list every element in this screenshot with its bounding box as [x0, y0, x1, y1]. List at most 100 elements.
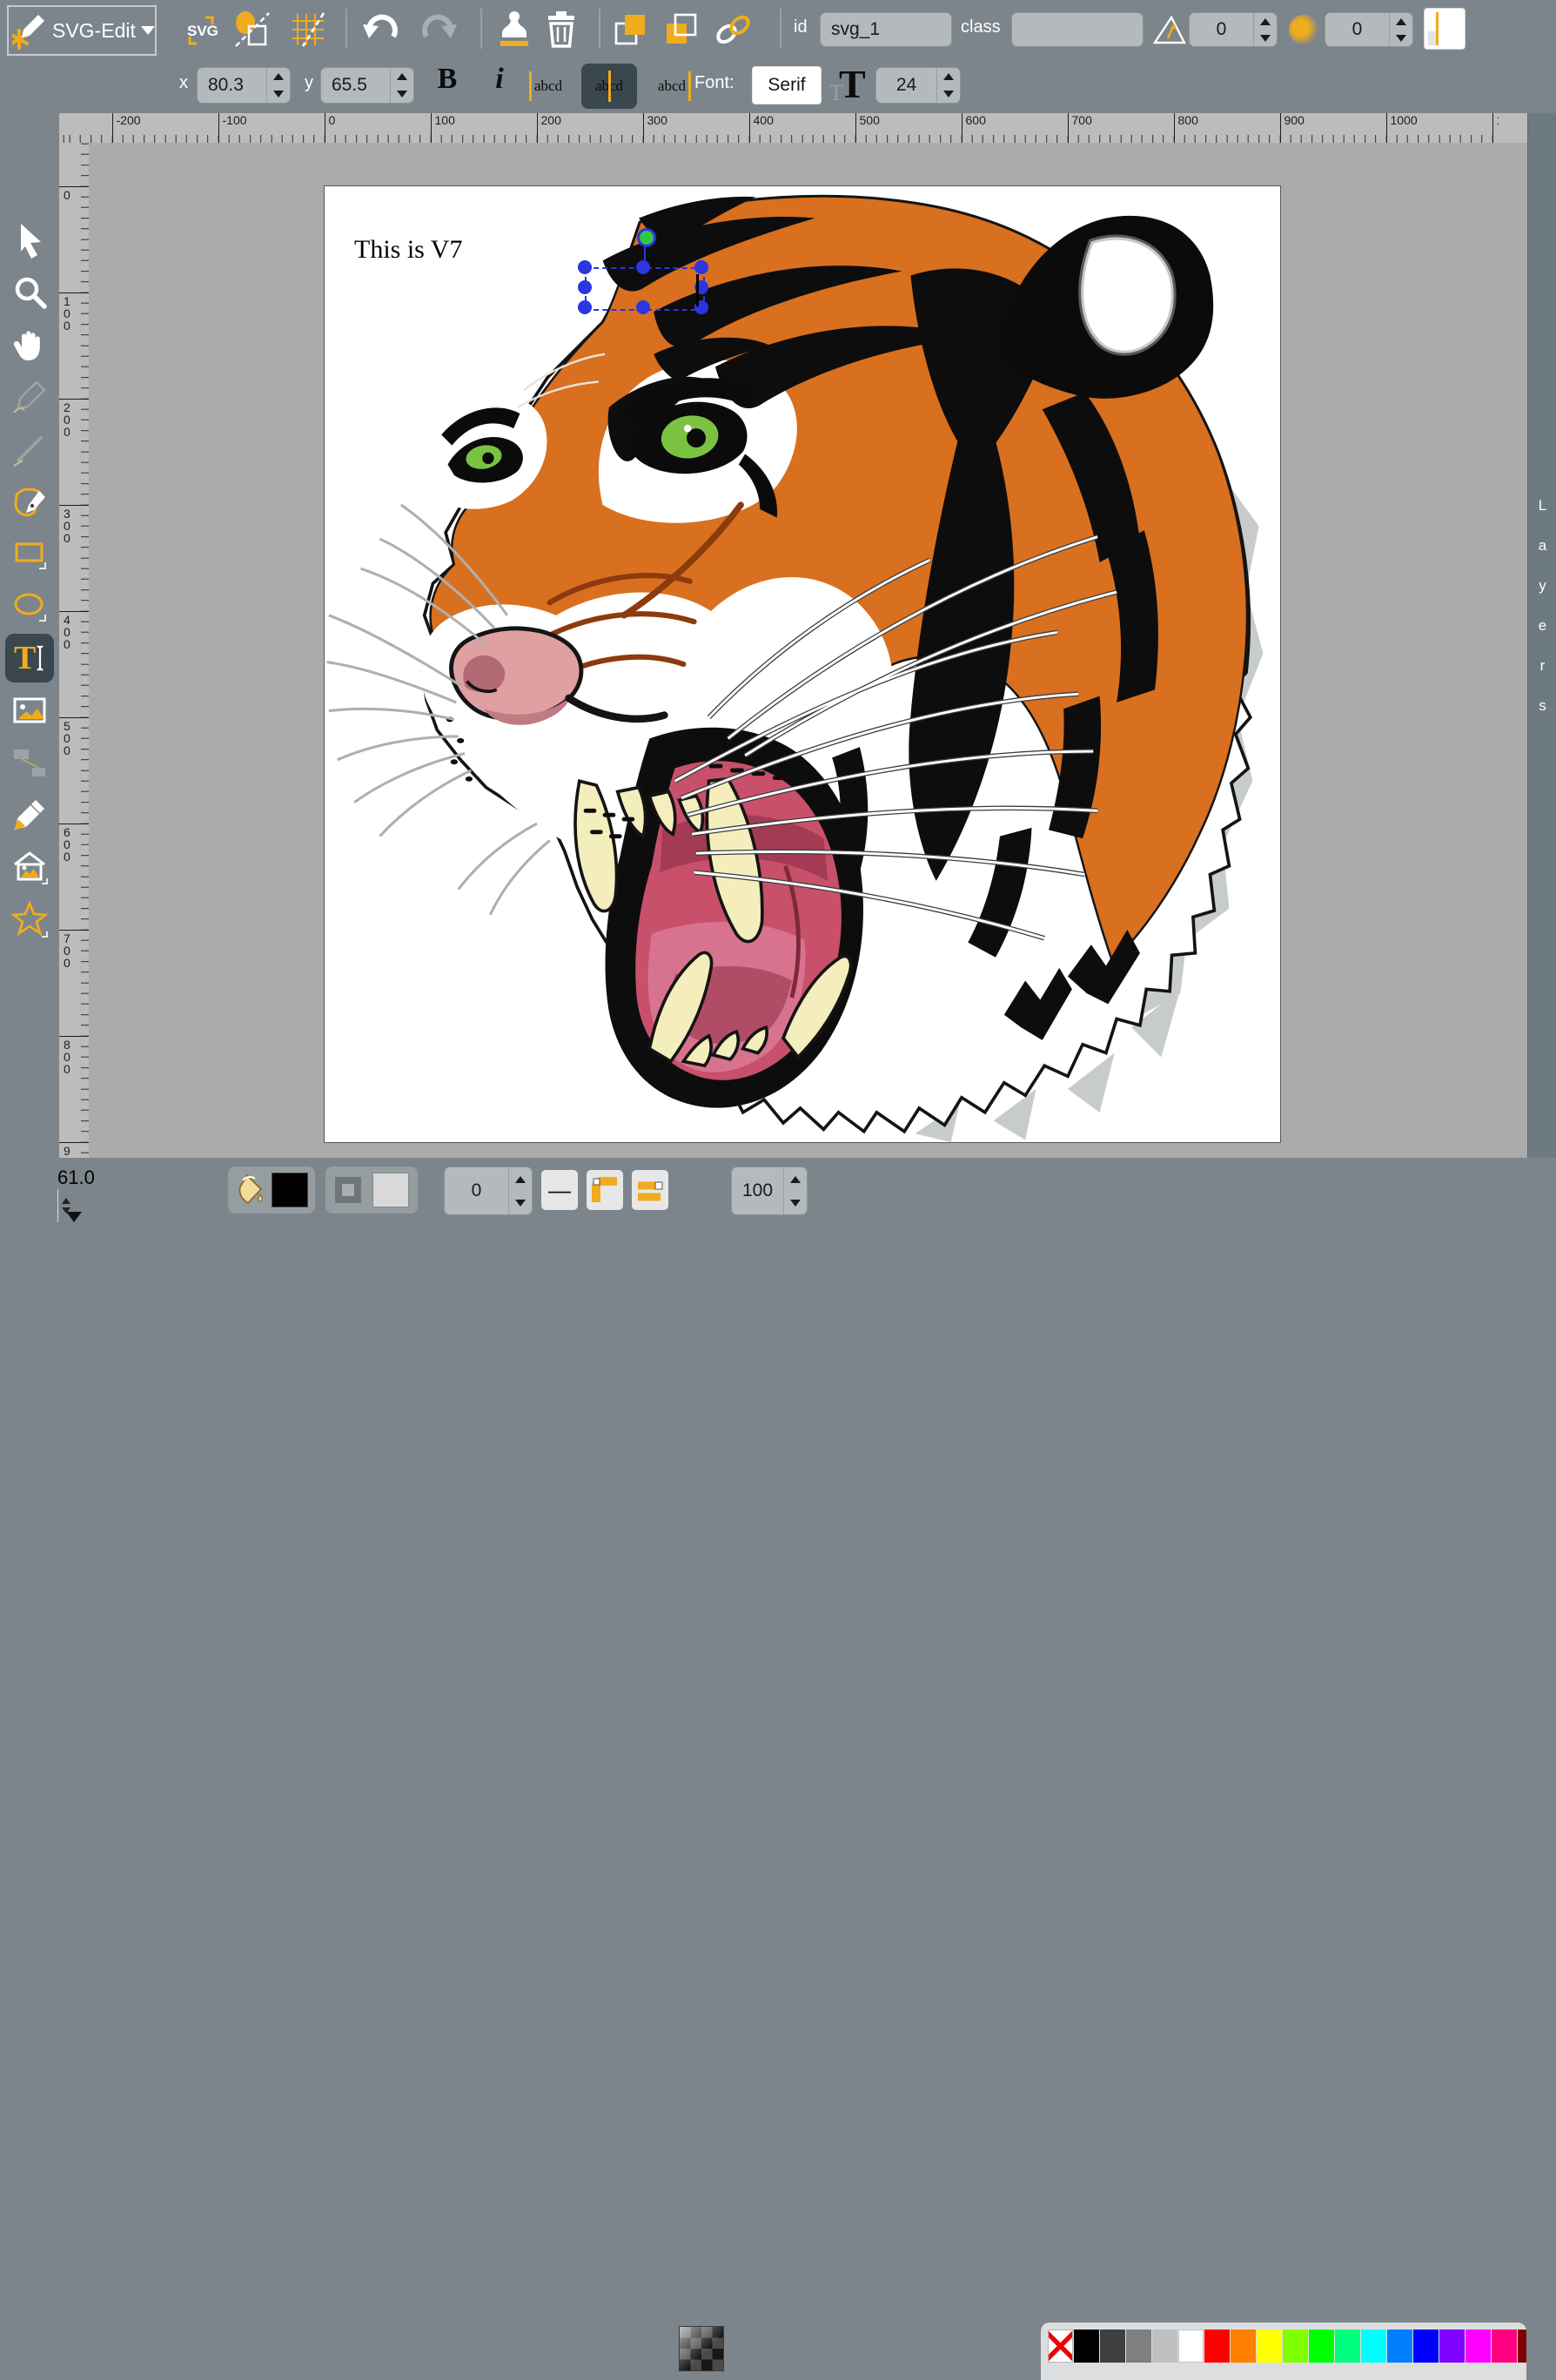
y-spinner[interactable] — [390, 68, 413, 103]
palette-swatch-ff00ff[interactable] — [1465, 2330, 1491, 2363]
tool-image[interactable] — [5, 686, 54, 735]
stroke-dash-button[interactable]: — — [541, 1170, 578, 1210]
stroke-width-field[interactable]: 0 — [444, 1166, 533, 1215]
palette-swatch-007fff[interactable] — [1387, 2330, 1412, 2363]
palette-swatch-0000ff[interactable] — [1413, 2330, 1439, 2363]
tool-select[interactable] — [5, 216, 54, 265]
grid-button[interactable] — [287, 9, 329, 50]
rotate-handle[interactable] — [637, 228, 656, 247]
blur-field[interactable]: 0 — [1325, 12, 1413, 47]
redo-button[interactable] — [416, 7, 461, 52]
main-menu-button[interactable]: SVG-Edit — [7, 5, 157, 56]
layers-panel-toggle[interactable]: L a y e r s — [1527, 113, 1556, 1158]
palette-swatch-00ff00[interactable] — [1309, 2330, 1334, 2363]
palette-swatch-000000[interactable] — [1074, 2330, 1099, 2363]
delete-button[interactable] — [540, 7, 583, 52]
undo-button[interactable] — [359, 7, 404, 52]
ruler-label: 7 0 0 — [59, 930, 89, 969]
align-right-button[interactable]: abcd — [644, 68, 691, 104]
bold-button[interactable]: B — [428, 63, 466, 104]
tool-eyedropper[interactable] — [5, 790, 54, 839]
palette-swatch-none[interactable] — [1048, 2330, 1073, 2363]
svg-edit-app: { "menu": { "logo_label": "SVG-Edit" }, … — [0, 0, 1556, 1222]
palette-swatch-7f00ff[interactable] — [1439, 2330, 1465, 2363]
italic-button[interactable]: i — [484, 63, 515, 104]
palette-swatch-00ff7f[interactable] — [1335, 2330, 1360, 2363]
tool-connector[interactable] — [5, 738, 54, 787]
stroke-color-swatch[interactable] — [372, 1173, 409, 1207]
palette-swatch-00ffff[interactable] — [1361, 2330, 1386, 2363]
blur-spinner[interactable] — [1389, 13, 1412, 46]
background-swatch-button[interactable] — [1424, 8, 1465, 50]
align-right-bar — [688, 71, 691, 101]
x-spinner[interactable] — [266, 68, 290, 103]
workarea[interactable]: This is V7 — [89, 143, 1527, 1158]
ruler-label: 0 — [59, 186, 89, 201]
element-id-value: svg_1 — [821, 19, 951, 40]
zoom-control[interactable]: 61.0 — [57, 1166, 219, 1214]
resize-handle-sw[interactable] — [578, 300, 592, 314]
font-family-button[interactable]: Serif — [752, 66, 822, 104]
clone-button[interactable] — [493, 7, 536, 52]
ruler-label: -200 — [112, 113, 141, 143]
angle-field[interactable]: 0 — [1189, 12, 1278, 47]
resize-handle-w[interactable] — [578, 280, 592, 294]
opacity-field[interactable]: 100 — [731, 1166, 808, 1215]
angle-spinner[interactable] — [1253, 13, 1277, 46]
align-left-button[interactable]: abcd — [529, 68, 576, 104]
toolbar-separator — [599, 9, 600, 49]
stroke-width-spinner[interactable] — [508, 1167, 532, 1214]
font-size-field[interactable]: 24 — [875, 67, 961, 104]
y-position-field[interactable]: 65.5 — [320, 67, 414, 104]
palette-swatch-bfbfbf[interactable] — [1152, 2330, 1177, 2363]
zoom-dropdown-icon[interactable] — [66, 1212, 82, 1237]
fill-color-swatch[interactable] — [272, 1173, 308, 1207]
tool-rect[interactable] — [5, 529, 54, 578]
tool-star[interactable] — [5, 895, 54, 944]
font-size-spinner[interactable] — [936, 68, 960, 103]
tool-path[interactable] — [5, 477, 54, 526]
linecap-button[interactable] — [632, 1170, 668, 1210]
horizontal-ruler: -200-10001002003004005006007008009001000… — [59, 113, 1556, 144]
tool-library[interactable] — [5, 843, 54, 891]
fill-color-control[interactable] — [228, 1166, 315, 1214]
tool-pencil[interactable] — [5, 373, 54, 421]
make-link-button[interactable] — [710, 7, 757, 52]
linejoin-button[interactable] — [587, 1170, 623, 1210]
svg-canvas[interactable]: This is V7 — [324, 185, 1281, 1143]
ruler-label: 2 0 0 — [59, 399, 89, 438]
source-editor-button[interactable]: SVG — [183, 9, 225, 50]
svg-source-icon: SVG — [183, 9, 225, 50]
x-position-field[interactable]: 80.3 — [197, 67, 291, 104]
element-class-field[interactable] — [1011, 12, 1144, 47]
palette-swatch-ffffff[interactable] — [1178, 2330, 1204, 2363]
palette-swatch-ffff00[interactable] — [1257, 2330, 1282, 2363]
palette-swatch-ff007f[interactable] — [1492, 2330, 1517, 2363]
font-label: Font: — [694, 73, 734, 93]
wireframe-button[interactable] — [231, 9, 273, 50]
opacity-gradient-button[interactable] — [679, 2326, 724, 2371]
palette-swatch-7fff00[interactable] — [1283, 2330, 1308, 2363]
palette-swatch-ff0000[interactable] — [1204, 2330, 1230, 2363]
canvas-text-element[interactable]: This is V7 — [354, 235, 462, 265]
tool-zoom[interactable] — [5, 268, 54, 317]
resize-handle-s[interactable] — [636, 300, 650, 314]
palette-swatch-3f3f3f[interactable] — [1100, 2330, 1125, 2363]
move-bottom-button[interactable] — [660, 7, 703, 52]
move-top-button[interactable] — [609, 7, 653, 52]
palette-swatch-7f7f7f[interactable] — [1126, 2330, 1151, 2363]
stroke-color-control[interactable] — [325, 1166, 418, 1214]
tool-line[interactable] — [5, 425, 54, 474]
resize-handle-nw[interactable] — [578, 260, 592, 274]
align-center-button[interactable]: abcd — [581, 64, 637, 109]
resize-handle-n[interactable] — [636, 260, 650, 274]
tool-pan[interactable] — [5, 320, 54, 369]
opacity-spinner[interactable] — [783, 1167, 807, 1214]
element-id-field[interactable]: svg_1 — [820, 12, 952, 47]
palette-swatch-7f0000[interactable] — [1518, 2330, 1526, 2363]
tool-text[interactable]: T — [5, 634, 54, 682]
angle-icon — [1150, 10, 1189, 53]
tool-ellipse[interactable] — [5, 582, 54, 630]
resize-handle-ne[interactable] — [694, 260, 708, 274]
palette-swatch-ff7f00[interactable] — [1231, 2330, 1256, 2363]
